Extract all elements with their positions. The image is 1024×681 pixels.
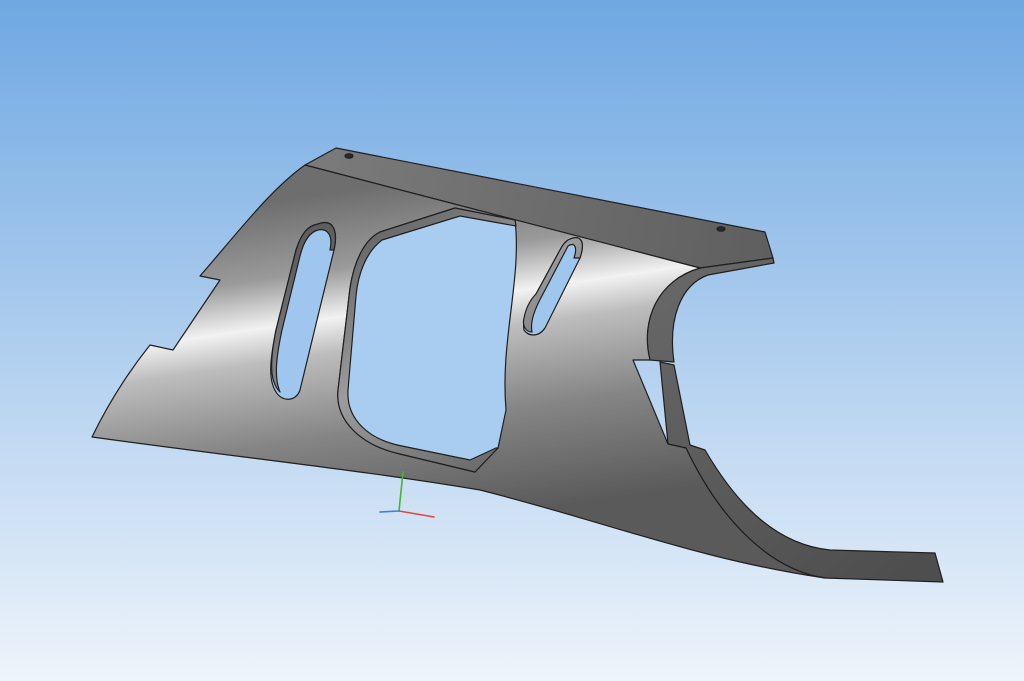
viewport-canvas[interactable] [0, 0, 1024, 681]
z-axis-line [379, 510, 400, 513]
mounting-hole-left [344, 153, 354, 159]
mounting-hole-right [716, 226, 726, 232]
model-viewport[interactable] [0, 0, 1024, 681]
